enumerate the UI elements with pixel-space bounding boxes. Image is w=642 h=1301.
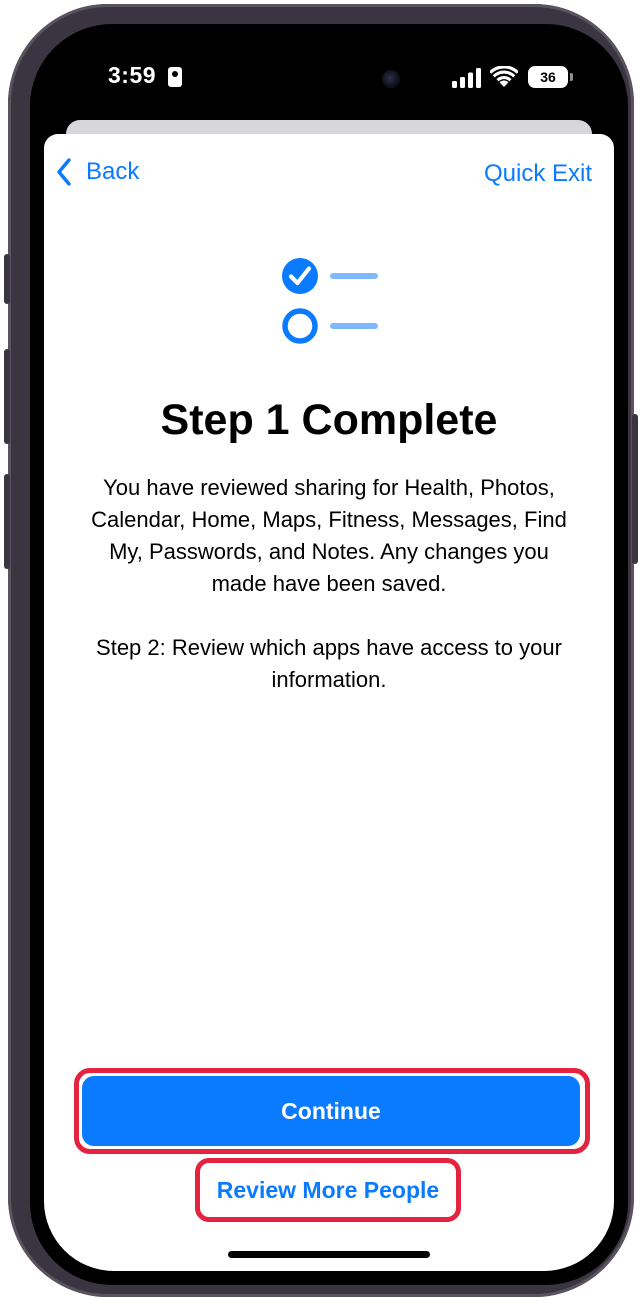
wifi-icon: [490, 66, 518, 87]
screen: 3:59 36 Back Quick Exit Step 1 Complete …: [44, 38, 614, 1271]
back-button[interactable]: Back: [56, 158, 139, 186]
back-label: Back: [86, 158, 140, 185]
cellular-signal-icon: [452, 68, 481, 88]
quick-exit-button[interactable]: Quick Exit: [484, 160, 592, 188]
continue-button[interactable]: Continue: [82, 1076, 580, 1146]
front-camera: [382, 70, 400, 88]
volume-up-button: [4, 349, 10, 444]
chevron-left-icon: [57, 158, 71, 186]
checklist-icon: [282, 258, 378, 344]
next-step-paragraph: Step 2: Review which apps have access to…: [96, 635, 562, 692]
contact-badge-icon: [168, 67, 182, 87]
summary-paragraph: You have reviewed sharing for Health, Ph…: [91, 475, 567, 596]
volume-down-button: [4, 474, 10, 569]
home-indicator[interactable]: [228, 1251, 430, 1258]
battery-cap: [570, 73, 573, 81]
power-button: [632, 414, 638, 564]
phone-frame: 3:59 36 Back Quick Exit Step 1 Complete …: [4, 4, 638, 1297]
description: You have reviewed sharing for Health, Ph…: [84, 472, 574, 696]
battery-level: 36: [528, 66, 568, 88]
action-button: [4, 254, 10, 304]
page-title: Step 1 Complete: [160, 396, 498, 444]
review-more-people-button[interactable]: Review More People: [200, 1163, 456, 1217]
main-sheet: Back Quick Exit Step 1 Complete You have…: [44, 134, 614, 1271]
status-time: 3:59: [108, 62, 157, 88]
